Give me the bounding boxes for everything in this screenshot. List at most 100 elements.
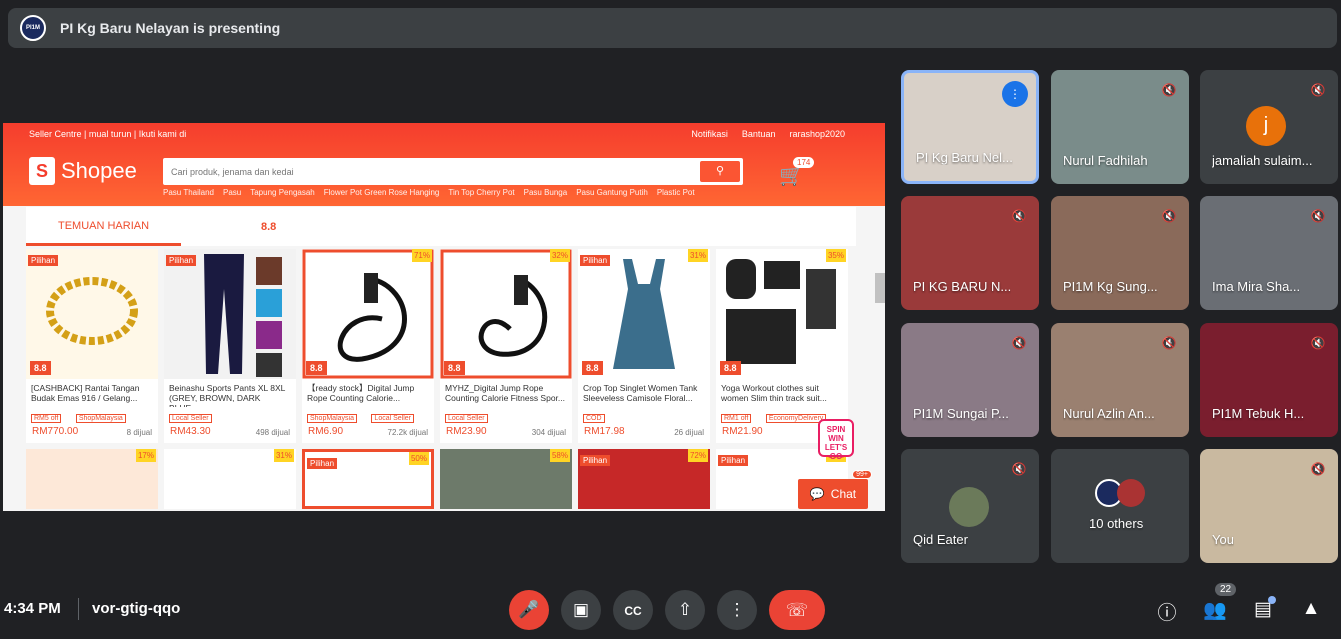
product-card[interactable]: Pilihan Beinashu Sports Pants XL 8XL (GR… <box>164 249 296 443</box>
leave-call-button[interactable]: ☏ <box>769 590 825 630</box>
participant-tile[interactable]: 🔇 j jamaliah sulaim... <box>1200 70 1338 184</box>
control-bar: 4:34 PM vor-gtig-qqo 🎤 ▣ CC ⇧ ⋮ ☏ ⓘ 👥 22… <box>0 580 1341 639</box>
hang-up-icon: ☏ <box>785 600 809 620</box>
people-button[interactable]: 👥 <box>1203 598 1227 622</box>
presenter-avatar: PI1M <box>20 15 46 41</box>
product-card[interactable]: 71% 8.8 【ready stock】Digital Jump Rope C… <box>302 249 434 443</box>
hint-link[interactable]: Pasu <box>223 188 241 197</box>
search-button[interactable]: ⚲ <box>700 161 740 182</box>
user-link[interactable]: rarashop2020 <box>789 129 845 139</box>
screen-share: Seller Centre | mual turun | Ikuti kami … <box>3 123 885 511</box>
participant-tile[interactable]: 🔇 Qid Eater <box>901 449 1039 563</box>
product-card[interactable]: Pilihan 8.8 [CASHBACK] Rantai Tangan Bud… <box>26 249 158 443</box>
discount-badge: 32% <box>550 249 570 262</box>
cart-icon: 🛒 <box>779 165 804 187</box>
participant-tile[interactable]: 🔇 Ima Mira Sha... <box>1200 196 1338 310</box>
info-button[interactable]: ⓘ <box>1155 598 1179 625</box>
tab-88[interactable]: 8.8 <box>261 221 276 233</box>
product-name: Beinashu Sports Pants XL 8XL (GREY, BROW… <box>169 383 286 407</box>
product-card[interactable]: 35% 8.8 Yoga Workout clothes suit women … <box>716 249 848 443</box>
pilihan-badge: Pilihan <box>580 255 611 266</box>
hint-link[interactable]: Plastic Pot <box>657 188 695 197</box>
product-card[interactable]: 32% 8.8 MYHZ_Digital Jump Rope Counting … <box>440 249 572 443</box>
product-tag: Local Seller <box>169 414 212 423</box>
product-price: RM770.00 <box>32 426 79 437</box>
participant-tile[interactable]: 🔇 PI1M Kg Sung... <box>1051 196 1189 310</box>
cart-button[interactable]: 🛒 174 <box>779 157 815 188</box>
captions-button[interactable]: CC <box>613 590 653 630</box>
product-card[interactable]: 31% <box>164 449 296 509</box>
participant-tile[interactable]: 🔇 Nurul Azlin An... <box>1051 323 1189 437</box>
hint-link[interactable]: Pasu Thailand <box>163 188 214 197</box>
product-card[interactable]: Pilihan 31% 8.8 Crop Top Singlet Women T… <box>578 249 710 443</box>
88-badge: 8.8 <box>306 361 327 375</box>
help-link[interactable]: Bantuan <box>742 129 776 139</box>
search-input[interactable] <box>163 158 683 185</box>
more-options-button[interactable]: ⋮ <box>717 590 757 630</box>
shopping-bag-icon: S <box>29 157 55 185</box>
shopee-logo[interactable]: S Shopee <box>29 157 137 185</box>
participant-name: jamaliah sulaim... <box>1212 153 1313 168</box>
hint-link[interactable]: Pasu Gantung Putih <box>576 188 648 197</box>
search-icon: ⚲ <box>715 165 725 177</box>
product-card[interactable]: 17% <box>26 449 158 509</box>
divider <box>78 598 79 620</box>
mic-toggle-button[interactable]: 🎤 <box>509 590 549 630</box>
participant-name: PI KG BARU N... <box>913 279 1012 294</box>
discount-badge: 71% <box>412 249 432 262</box>
participant-tile[interactable]: 🔇 PI1M Sungai P... <box>901 323 1039 437</box>
present-button[interactable]: ⇧ <box>665 590 705 630</box>
bracelet-icon <box>46 277 138 345</box>
mic-off-icon: 🔇 <box>1161 83 1177 97</box>
clock: 4:34 PM <box>4 600 61 617</box>
participant-avatar <box>1117 479 1145 507</box>
notification-link[interactable]: Notifikasi <box>691 129 728 139</box>
product-price: RM23.90 <box>446 426 487 437</box>
participant-tile[interactable]: 🔇 PI1M Tebuk H... <box>1200 323 1338 437</box>
product-card[interactable]: Pilihan 50% <box>302 449 434 509</box>
product-tag: Local Seller <box>445 414 488 423</box>
activities-button[interactable]: ▲ <box>1299 598 1323 620</box>
pants-icon <box>204 254 282 377</box>
participant-tile[interactable]: 🔇 Nurul Fadhilah <box>1051 70 1189 184</box>
captions-icon: CC <box>624 604 642 618</box>
participant-name: Nurul Azlin An... <box>1063 406 1155 421</box>
discount-badge: 58% <box>550 449 570 462</box>
mic-off-icon: 🔇 <box>1011 209 1027 223</box>
seller-links[interactable]: Seller Centre | mual turun | Ikuti kami … <box>29 129 186 139</box>
product-card[interactable]: Pilihan 72% <box>578 449 710 509</box>
product-sold: 304 dijual <box>531 428 566 437</box>
camera-toggle-button[interactable]: ▣ <box>561 590 601 630</box>
product-tag: Local Seller <box>371 414 414 423</box>
product-image: 35% 8.8 <box>716 249 848 379</box>
product-name: [CASHBACK] Rantai Tangan Budak Emas 916 … <box>31 383 140 403</box>
mic-off-icon: 🔇 <box>1161 209 1177 223</box>
chat-button[interactable]: 💬 Chat 99+ <box>798 470 872 509</box>
product-name: Crop Top Singlet Women Tank Sleeveless C… <box>583 383 698 403</box>
product-price: RM43.30 <box>170 426 211 437</box>
88-badge: 8.8 <box>30 361 51 375</box>
spin-win-button[interactable]: SPIN WIN LET'S GO <box>818 419 854 461</box>
hint-link[interactable]: Tapung Pengasah <box>250 188 315 197</box>
participant-avatar: j <box>1246 106 1286 146</box>
product-price: RM17.98 <box>584 426 625 437</box>
mic-off-icon: 🔇 <box>1310 83 1326 97</box>
hint-link[interactable]: Tin Top Cherry Pot <box>448 188 514 197</box>
pilihan-badge: Pilihan <box>580 455 611 466</box>
participant-name: Nurul Fadhilah <box>1063 153 1148 168</box>
hint-link[interactable]: Pasu Bunga <box>524 188 568 197</box>
others-tile[interactable]: 10 others <box>1051 449 1189 563</box>
hint-link[interactable]: Flower Pot Green Rose Hanging <box>324 188 440 197</box>
speaking-icon: ⋮ <box>1002 81 1028 107</box>
tab-temuan-harian[interactable]: TEMUAN HARIAN <box>26 207 181 246</box>
participant-tile[interactable]: 🔇 PI KG BARU N... <box>901 196 1039 310</box>
discount-badge: 31% <box>274 449 294 462</box>
product-card[interactable]: 58% <box>440 449 572 509</box>
self-tile[interactable]: 🔇 You <box>1200 449 1338 563</box>
scrollbar[interactable] <box>875 273 885 303</box>
participant-tile[interactable]: ⋮ PI Kg Baru Nel... <box>901 70 1039 184</box>
pilihan-badge: Pilihan <box>166 255 197 266</box>
jump-rope-icon <box>440 249 572 379</box>
camera-icon: ▣ <box>572 600 590 619</box>
jump-rope-icon <box>302 249 434 379</box>
